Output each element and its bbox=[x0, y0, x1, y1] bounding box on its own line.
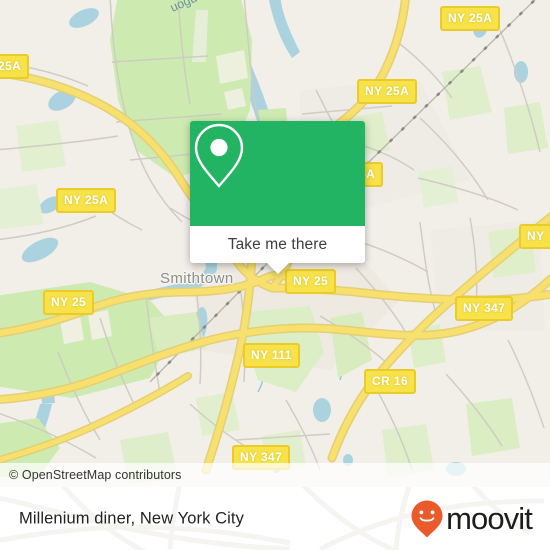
map-pin-icon bbox=[194, 123, 244, 188]
attribution-text[interactable]: © OpenStreetMap contributors bbox=[0, 468, 182, 482]
destination-popup-card[interactable]: Take me there bbox=[190, 121, 365, 274]
take-me-there-label: Take me there bbox=[227, 235, 328, 253]
road-shield[interactable]: NY 25 bbox=[285, 269, 337, 294]
road-shield[interactable]: NY 25A bbox=[56, 188, 117, 213]
road-shield[interactable]: 25A bbox=[0, 54, 30, 79]
moovit-map-page: uogue River Smithtown 25A NY 25A NY 25A … bbox=[0, 0, 550, 550]
place-label-smithtown: Smithtown bbox=[160, 270, 234, 287]
map-canvas[interactable]: uogue River Smithtown 25A NY 25A NY 25A … bbox=[0, 0, 550, 487]
place-title: Millenium diner, New York City bbox=[19, 509, 244, 527]
popup-icon-area bbox=[190, 121, 365, 226]
road-shield[interactable]: NY bbox=[519, 224, 550, 249]
footer-bar: Millenium diner, New York City moovit bbox=[0, 487, 550, 550]
moovit-pin-smiley-icon bbox=[411, 500, 443, 537]
popup-pointer bbox=[266, 263, 289, 274]
road-shield[interactable]: NY 25A bbox=[357, 79, 418, 104]
road-shield[interactable]: NY 25 bbox=[43, 290, 95, 315]
road-shield[interactable]: NY 111 bbox=[243, 343, 300, 368]
take-me-there-button[interactable]: Take me there bbox=[190, 226, 365, 263]
moovit-logo[interactable]: moovit bbox=[410, 499, 533, 539]
map-attribution-bar: © OpenStreetMap contributors bbox=[0, 463, 550, 487]
road-shield[interactable]: CR 16 bbox=[364, 369, 417, 394]
road-shield[interactable]: NY 25A bbox=[440, 6, 501, 31]
road-shield[interactable]: NY 347 bbox=[455, 296, 514, 321]
moovit-wordmark: moovit bbox=[446, 501, 533, 536]
